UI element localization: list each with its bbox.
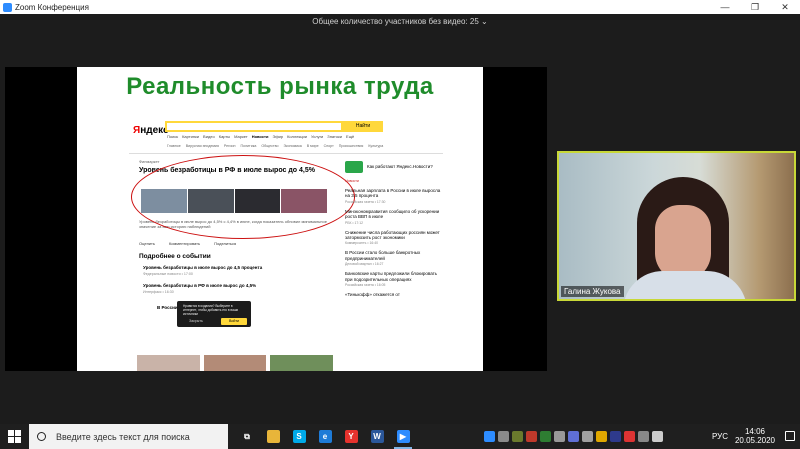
promo-block: Как работают Яндекс.Новости?: [345, 161, 441, 173]
tray-icon[interactable]: [484, 431, 495, 442]
window-controls: — ❐ ✕: [710, 0, 800, 14]
search-icon: [37, 432, 46, 441]
related-title: Подробнее о событии: [139, 253, 211, 260]
windows-start-icon[interactable]: [8, 430, 21, 443]
clock[interactable]: 14:06 20.05.2020: [733, 427, 777, 445]
tray-icon[interactable]: [512, 431, 523, 442]
bottom-photo-strip: [137, 355, 334, 371]
minimize-button[interactable]: —: [710, 0, 740, 14]
sidebar-news-item: Реальная зарплата в России в июле выросл…: [345, 188, 441, 204]
yandex-logo: Яндекс: [133, 125, 169, 136]
file-explorer-icon[interactable]: [260, 424, 286, 449]
zoom-icon[interactable]: ▶: [390, 424, 416, 449]
participant-video[interactable]: Галина Жукова: [557, 151, 796, 301]
taskbar-search-input[interactable]: Введите здесь текст для поиска: [29, 424, 228, 449]
windows-taskbar: Введите здесь текст для поиска ⧉ Se Y W ▶ РУ…: [0, 424, 800, 449]
yandex-nav: Поиск Картинки Видео Карты Маркет Новости Эфир…: [167, 134, 355, 139]
divider: [129, 153, 443, 154]
participant-face: [655, 205, 711, 281]
related-item: Уровень безработицы в РФ в июле вырос до…: [143, 283, 257, 294]
subscription-popup: Нравится в издании? Выберите в интернет,…: [177, 301, 251, 327]
sidebar-news-item: «Тинькофф» откажется от: [345, 292, 400, 298]
sidebar-news-item: Снижение числа работающих россиян может …: [345, 229, 440, 246]
language-indicator[interactable]: РУС: [712, 432, 728, 441]
tray-icon[interactable]: [554, 431, 565, 442]
tray-icon[interactable]: [624, 431, 635, 442]
slide-title: Реальность рынка труда: [126, 73, 434, 100]
presentation-slide: Реальность рынка труда Яндекс Найти Поис…: [77, 67, 483, 371]
screen-share-area: Реальность рынка труда Яндекс Найти Поис…: [5, 67, 547, 371]
maximize-button[interactable]: ❐: [740, 0, 770, 14]
notifications-icon[interactable]: [785, 431, 795, 441]
system-tray: [484, 424, 663, 449]
news-photo: [137, 355, 200, 371]
close-button[interactable]: ✕: [770, 0, 800, 14]
yandex-news-screenshot: Яндекс Найти Поиск Картинки Видео Карты Марк…: [129, 117, 443, 371]
participants-without-video-dropdown[interactable]: Общее количество участников без видео: 2…: [0, 17, 800, 26]
tray-icon[interactable]: [582, 431, 593, 442]
tray-icon[interactable]: [540, 431, 551, 442]
sidebar-news-item: В России стало больше банкротных предпри…: [345, 250, 421, 267]
tray-icon[interactable]: [652, 431, 663, 442]
participant-name-label: Галина Жукова: [561, 286, 624, 297]
news-photo: [203, 355, 267, 371]
tray-icon[interactable]: [526, 431, 537, 442]
skype-icon[interactable]: S: [286, 424, 312, 449]
tray-icon[interactable]: [568, 431, 579, 442]
window-title: Zoom Конференция: [15, 2, 89, 12]
sidebar-label: Новости: [345, 179, 359, 183]
news-photo: [270, 355, 334, 371]
yandex-search-input: [165, 121, 343, 132]
edge-icon[interactable]: e: [312, 424, 338, 449]
news-app-icon: [345, 161, 363, 173]
yandex-categories: Главное Вирусная эпидемия Регион Политика Об…: [167, 144, 384, 148]
window-title-bar: Zoom Конференция — ❐ ✕: [0, 0, 800, 14]
tray-icon[interactable]: [610, 431, 621, 442]
sidebar-news-item: Банковские карты предложили блокировать …: [345, 271, 438, 288]
meeting-stage: Общее количество участников без видео: 2…: [0, 14, 800, 424]
word-icon[interactable]: W: [364, 424, 390, 449]
news-source: Финмаркет: [139, 159, 160, 164]
related-item: Уровень безработицы в июле вырос до 4,5 …: [143, 265, 263, 276]
tray-icon[interactable]: [638, 431, 649, 442]
yandex-browser-icon[interactable]: Y: [338, 424, 364, 449]
task-view-icon[interactable]: ⧉: [234, 424, 260, 449]
tray-icon[interactable]: [498, 431, 509, 442]
news-actions: Оценить Комментировать Поделиться: [139, 241, 237, 246]
news-sidebar: Как работают Яндекс.Новости? Новости Реа…: [345, 161, 441, 297]
sidebar-news-item: Минэкономразвития сообщило об ускорении …: [345, 208, 440, 225]
highlight-ellipse: [131, 155, 355, 239]
tray-icon[interactable]: [596, 431, 607, 442]
zoom-logo-icon: [3, 2, 12, 12]
taskbar-apps: ⧉ Se Y W ▶: [234, 424, 416, 449]
yandex-search-button: Найти: [343, 121, 383, 132]
